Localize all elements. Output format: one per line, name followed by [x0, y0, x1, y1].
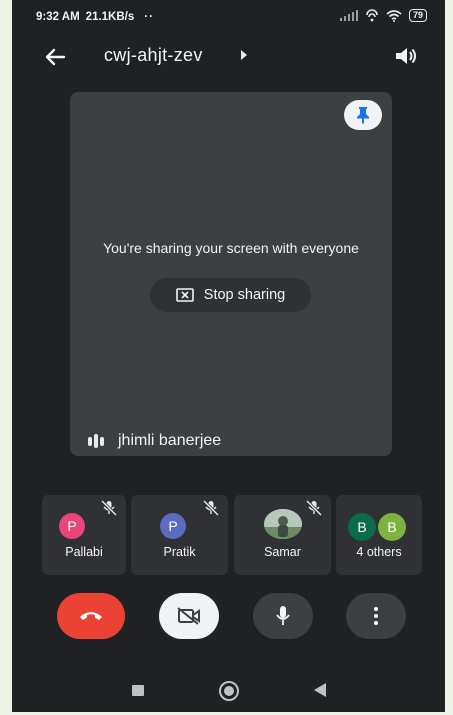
speaker-icon[interactable] — [393, 43, 419, 69]
more-vert-icon — [374, 607, 378, 625]
phone-screen: 9:32 AM 21.1KB/s ·· 79 cwj-ahjt-zev You'… — [12, 0, 445, 712]
call-controls — [12, 593, 445, 641]
participant-strip[interactable]: P Pallabi P Pratik Samar B B 4 others — [42, 495, 422, 575]
presenter-tag: jhimli banerjee — [88, 432, 221, 450]
battery-indicator: 79 — [408, 9, 427, 22]
participant-name: Pratik — [163, 545, 196, 559]
microphone-icon — [276, 606, 290, 625]
stop-sharing-label: Stop sharing — [203, 287, 286, 303]
participant-name: 4 others — [356, 545, 402, 559]
signal-icon — [339, 10, 358, 21]
participant-tile[interactable]: P Pallabi — [42, 495, 126, 575]
stop-sharing-button[interactable]: Stop sharing — [150, 278, 311, 312]
participant-name: Pallabi — [65, 545, 103, 559]
mic-off-icon — [202, 499, 220, 517]
participant-tile[interactable]: Samar — [234, 495, 331, 575]
camera-toggle-button[interactable] — [159, 593, 219, 639]
stop-share-icon — [175, 288, 194, 302]
presenter-name: jhimli banerjee — [118, 432, 222, 449]
arrow-left-icon[interactable] — [42, 44, 68, 70]
participant-tile[interactable]: P Pratik — [131, 495, 228, 575]
system-nav-bar — [12, 670, 445, 710]
sharing-message: You're sharing your screen with everyone — [103, 240, 359, 256]
meeting-code[interactable]: cwj-ahjt-zev — [104, 45, 203, 66]
app-bar: cwj-ahjt-zev — [12, 34, 445, 78]
wifi-icon — [386, 9, 402, 22]
pin-button[interactable] — [344, 100, 382, 130]
caret-right-icon[interactable] — [241, 50, 247, 60]
mic-off-icon — [100, 499, 118, 517]
mic-off-icon — [305, 499, 323, 517]
avatar: P — [59, 513, 85, 539]
more-options-button[interactable] — [346, 593, 406, 639]
data-sync-icon — [366, 9, 378, 22]
recents-icon[interactable] — [132, 685, 144, 696]
end-call-button[interactable] — [57, 593, 125, 639]
avatar-photo — [264, 509, 302, 539]
home-icon[interactable] — [219, 681, 239, 701]
avatar: P — [160, 513, 186, 539]
status-speed: 21.1KB/s — [85, 11, 135, 23]
participant-tile-others[interactable]: B B 4 others — [336, 495, 422, 575]
audio-level-icon — [88, 434, 104, 448]
avatar: B — [378, 513, 406, 541]
pin-icon — [357, 107, 369, 124]
status-dots: ·· — [144, 11, 154, 23]
microphone-button[interactable] — [253, 593, 313, 639]
avatar: B — [348, 513, 376, 541]
video-off-icon — [177, 607, 200, 625]
phone-hangup-icon — [80, 612, 102, 620]
back-triangle-icon[interactable] — [314, 683, 326, 697]
status-bar: 9:32 AM 21.1KB/s ·· 79 — [12, 0, 445, 34]
participant-name: Samar — [264, 545, 301, 559]
presentation-stage: You're sharing your screen with everyone… — [70, 92, 392, 456]
status-time: 9:32 AM — [36, 11, 80, 23]
person-photo-icon — [264, 509, 302, 539]
